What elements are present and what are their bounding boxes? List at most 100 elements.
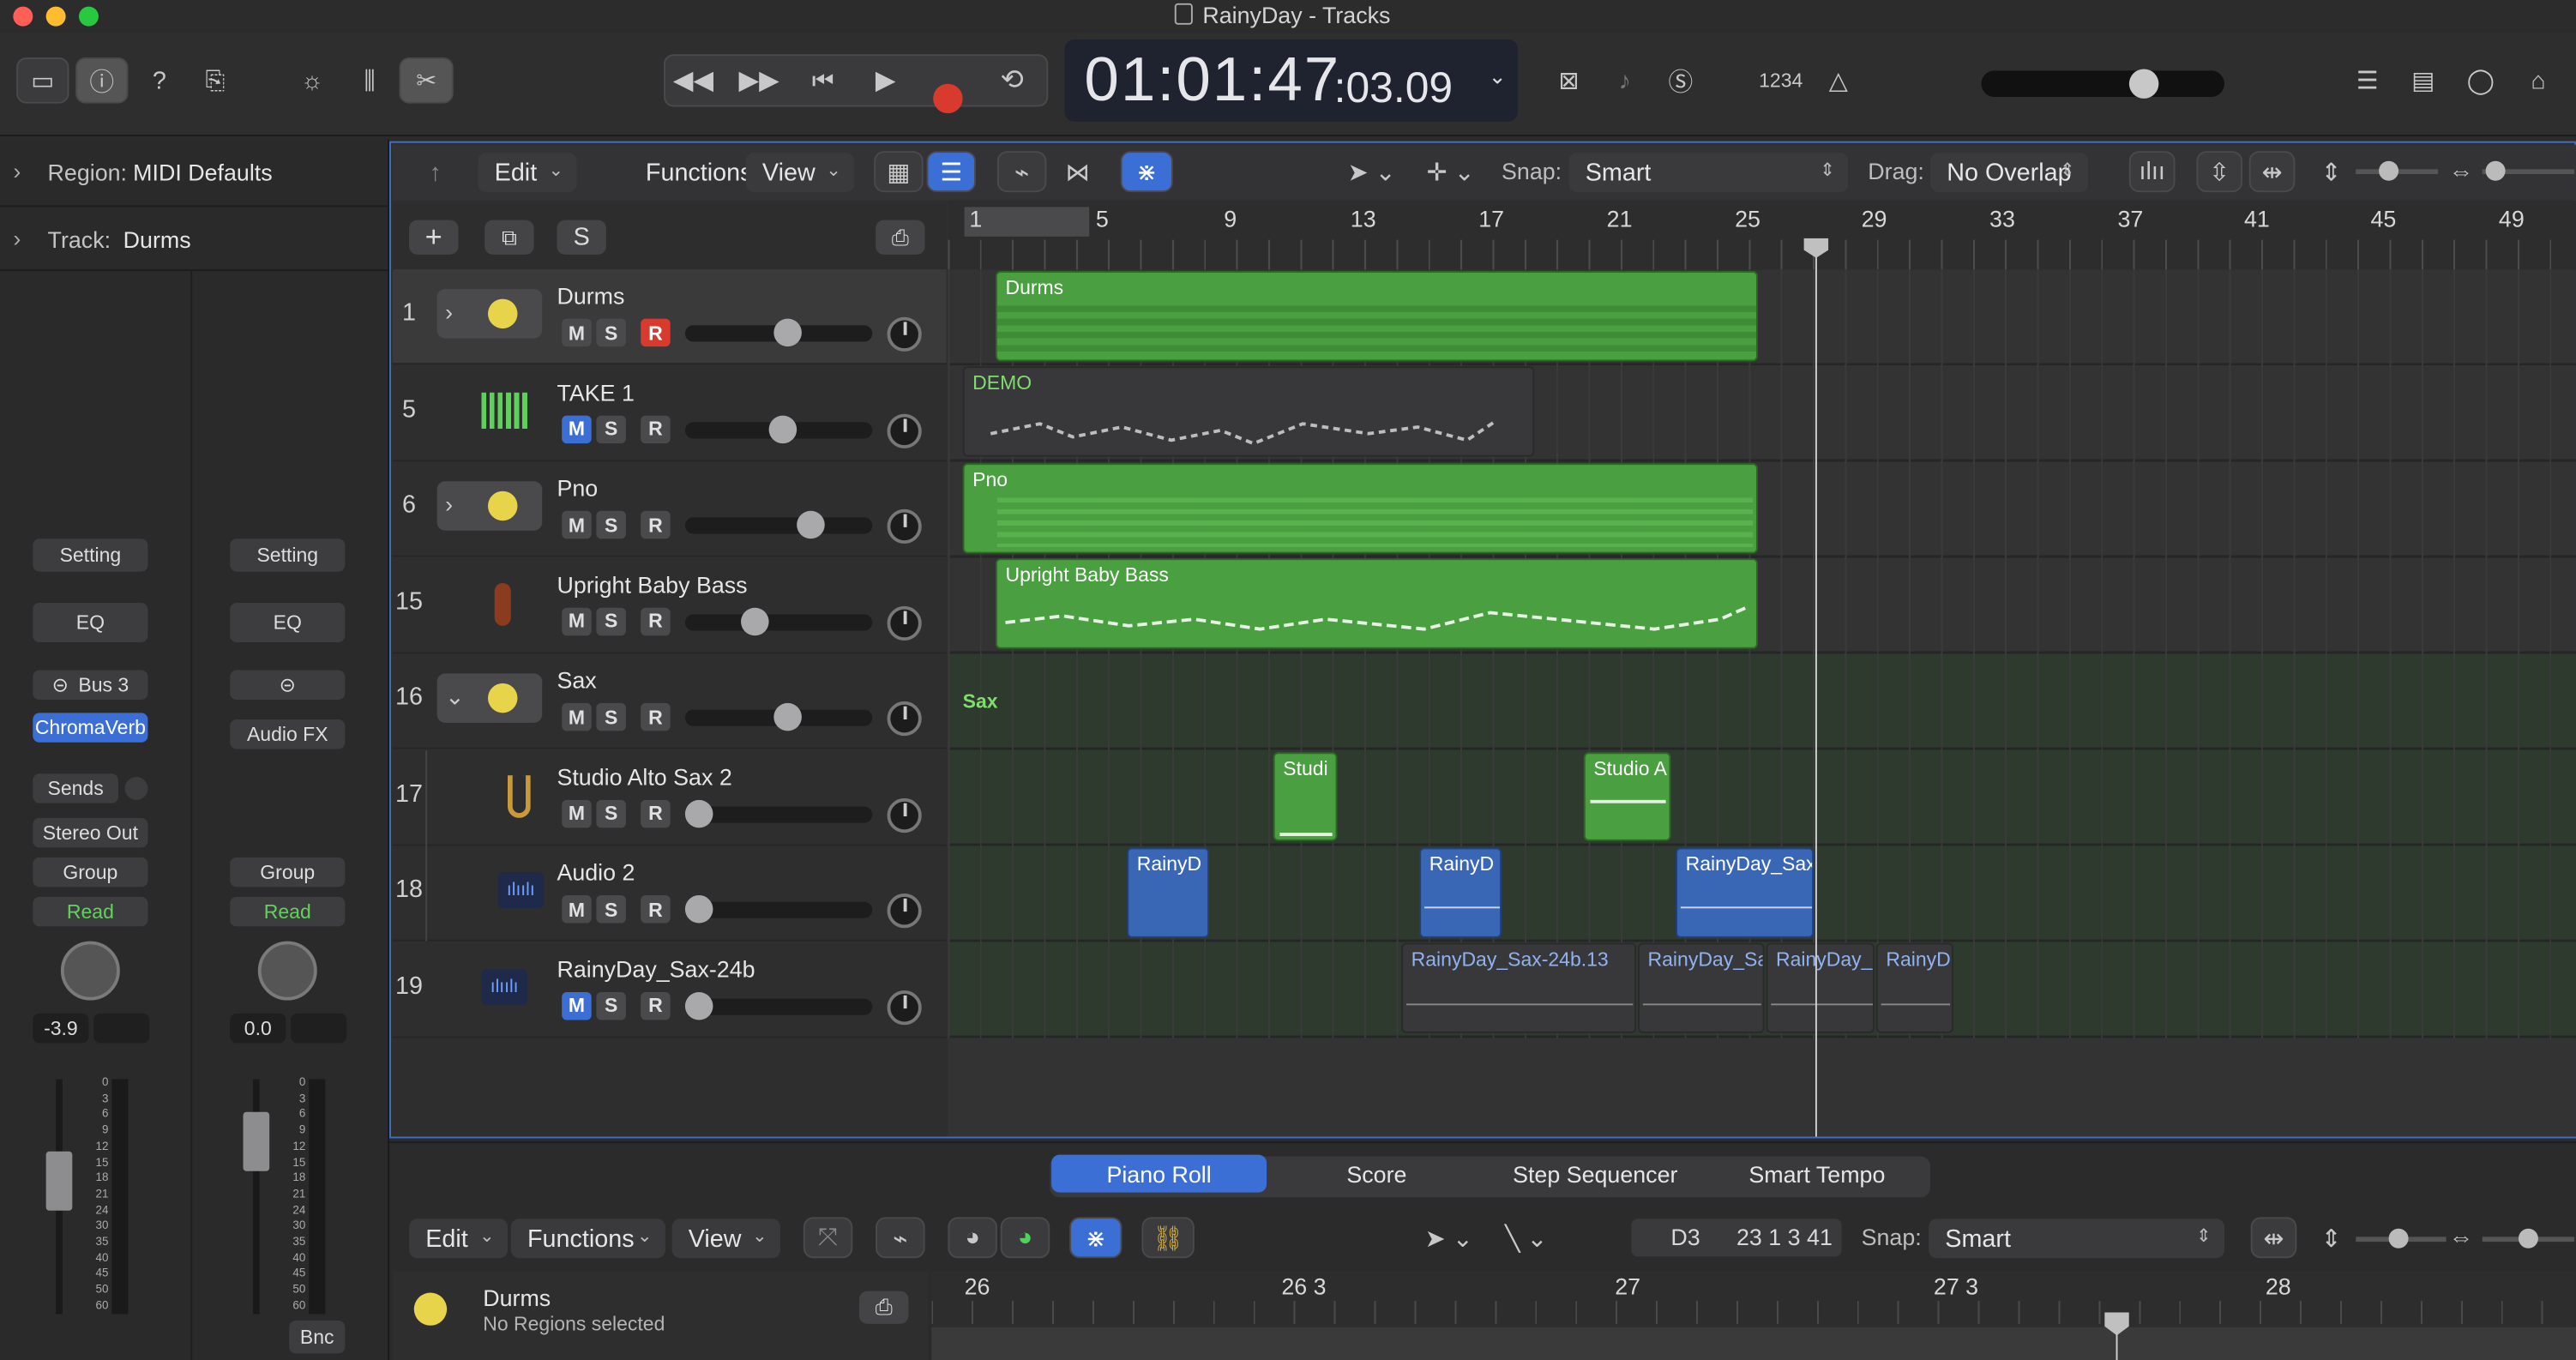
track-volume-slider[interactable] — [684, 798, 873, 827]
replace-icon[interactable]: ⊠ — [1548, 57, 1591, 104]
catch-playhead-icon[interactable]: ⋇ — [1120, 151, 1173, 193]
browser-icon[interactable]: ⌂ — [2517, 57, 2560, 104]
automation-read-button[interactable]: Read — [33, 896, 148, 927]
edit-menu[interactable]: Edit ⌄ — [478, 153, 577, 193]
mute-button[interactable]: M — [562, 318, 592, 347]
editors-scissors-icon[interactable]: ✂ — [399, 57, 454, 104]
chromaverb-plugin[interactable]: ChromaVerb — [33, 713, 148, 743]
track-header-row[interactable]: 5 TAKE 1 M S R — [392, 365, 947, 461]
mute-button[interactable]: M — [562, 510, 592, 539]
send-knob[interactable] — [124, 777, 148, 800]
editor-edit-menu[interactable]: Edit ⌄ — [409, 1219, 508, 1259]
back-arrow-icon[interactable]: ↑ — [412, 149, 459, 196]
mute-button[interactable]: M — [562, 414, 592, 443]
collapse-icon[interactable]: ⤧ — [803, 1217, 853, 1259]
horizontal-zoom-icon[interactable]: ⇔ — [2447, 151, 2476, 192]
slider-knob[interactable] — [2379, 160, 2399, 181]
eq-button-2[interactable]: EQ — [230, 602, 346, 642]
volume-readout-2[interactable]: 0.0 — [230, 1013, 286, 1044]
horizontal-fit-icon[interactable]: ⇹ — [2248, 151, 2296, 193]
fader-cap[interactable] — [243, 1111, 270, 1171]
region-sax24b-1[interactable]: RainyDay_Sax-24b.13 — [1401, 942, 1637, 1033]
region-pno[interactable]: Pno — [962, 463, 1758, 554]
solo-button[interactable]: S — [596, 894, 626, 924]
link-icon[interactable]: ⛓ — [1141, 1217, 1195, 1259]
pan-knob[interactable] — [887, 508, 922, 545]
region-audio-2[interactable]: RainyD — [1419, 847, 1502, 938]
track-name[interactable]: Studio Alto Sax 2 — [557, 763, 731, 790]
region-durms[interactable]: Durms — [995, 271, 1758, 362]
track-icon-box[interactable]: › — [436, 289, 543, 339]
library-icon[interactable]: ▭ — [16, 57, 69, 104]
pan-knob-2[interactable] — [257, 941, 317, 1001]
toolbar-icon[interactable]: ⎘ — [190, 57, 239, 104]
slider-knob[interactable] — [773, 702, 803, 731]
fast-forward-icon[interactable]: ▶▶ — [736, 57, 782, 104]
region-audio-3[interactable]: RainyDay_Sax — [1676, 847, 1815, 938]
slider-knob[interactable] — [684, 991, 713, 1020]
record-enable-button[interactable]: R — [641, 798, 671, 827]
track-header-row[interactable]: 1 › Durms M S R — [392, 269, 947, 365]
setting-button-2[interactable]: Setting — [230, 539, 346, 572]
region-sax24b-4[interactable]: RainyD — [1875, 942, 1953, 1033]
region-audio-1[interactable]: RainyD — [1127, 847, 1210, 938]
grid-view-icon[interactable]: ▦ — [874, 151, 924, 193]
record-enable-button[interactable]: R — [641, 414, 671, 443]
setting-button[interactable]: Setting — [33, 539, 148, 572]
mute-button[interactable]: M — [562, 702, 592, 731]
vertical-fit-icon[interactable]: ⇳ — [2196, 151, 2243, 193]
record-enable-button[interactable]: R — [641, 894, 671, 924]
tuner-icon[interactable]: ♪ — [1604, 57, 1646, 104]
editor-horizontal-fit-icon[interactable]: ⇹ — [2250, 1217, 2297, 1259]
track-volume-slider[interactable] — [684, 510, 873, 539]
pan-knob[interactable] — [887, 894, 922, 929]
track-header-row[interactable]: 6 › Pno M S R — [392, 461, 947, 557]
pan-knob[interactable] — [60, 941, 120, 1001]
metronome-icon[interactable]: △ — [1817, 57, 1860, 104]
play-icon[interactable]: ▶ — [864, 57, 907, 104]
output-button[interactable]: Stereo Out — [33, 817, 148, 848]
tab-piano-roll[interactable]: Piano Roll — [1051, 1154, 1267, 1193]
track-name[interactable]: RainyDay_Sax-24b — [557, 955, 755, 982]
group-button-2[interactable]: Group — [230, 857, 346, 888]
solo-button[interactable]: S — [596, 510, 626, 539]
waveform-zoom-icon[interactable]: ılıı — [2128, 151, 2176, 193]
list-editors-icon[interactable]: ☰ — [2346, 57, 2389, 104]
playhead-line[interactable] — [1815, 246, 1817, 1137]
group-button[interactable]: Group — [33, 857, 148, 888]
audio-fx-button[interactable]: Audio FX — [230, 719, 346, 749]
vertical-zoom-slider[interactable] — [2356, 160, 2439, 181]
smart-controls-icon[interactable]: ☼ — [286, 57, 338, 104]
slider-knob[interactable] — [684, 798, 713, 827]
view-menu[interactable]: View ⌄ — [745, 153, 855, 193]
tab-smart-tempo[interactable]: Smart Tempo — [1707, 1155, 1928, 1193]
functions-menu[interactable]: Functions⌄ — [629, 153, 787, 192]
mixer-icon[interactable]: ⫼ — [345, 57, 394, 104]
solo-track-button[interactable]: S — [557, 220, 606, 255]
editor-vertical-zoom-icon[interactable]: ⇕ — [2318, 1217, 2344, 1258]
duplicate-track-icon[interactable]: ⧉ — [485, 220, 534, 255]
editor-pointer-tool-icon[interactable]: ➤ ⌄ — [1415, 1217, 1484, 1258]
master-volume-knob[interactable] — [2128, 69, 2159, 99]
fader-cap[interactable] — [45, 1151, 73, 1211]
track-header-row[interactable]: 18 ılıılı Audio 2 M S R — [392, 845, 947, 942]
close-button[interactable] — [13, 6, 33, 27]
slider-knob[interactable] — [2518, 1228, 2538, 1249]
go-to-start-icon[interactable]: ⏮ — [802, 57, 845, 104]
slider-knob[interactable] — [740, 606, 769, 635]
pan-knob[interactable] — [887, 316, 922, 352]
solo-button[interactable]: S — [596, 991, 626, 1020]
track-icon-box[interactable]: ⌄ — [436, 673, 543, 723]
region-inspector-header[interactable]: › Region: MIDI Defaults — [0, 140, 388, 208]
bar-ruler[interactable] — [948, 200, 2576, 272]
region-studio-2[interactable]: Studio A — [1583, 752, 1671, 841]
midi-in-icon[interactable]: ◕ — [948, 1217, 997, 1259]
horizontal-zoom-slider[interactable] — [2482, 160, 2575, 181]
mute-button[interactable]: M — [562, 606, 592, 635]
record-icon[interactable] — [933, 83, 963, 114]
loop-browser-icon[interactable]: ◯ — [2459, 57, 2502, 104]
flex-icon[interactable]: ⋈ — [1053, 151, 1102, 192]
solo-button[interactable]: S — [596, 606, 626, 635]
count-in-button[interactable]: 1234 — [1751, 57, 1810, 104]
track-volume-slider[interactable] — [684, 414, 873, 443]
